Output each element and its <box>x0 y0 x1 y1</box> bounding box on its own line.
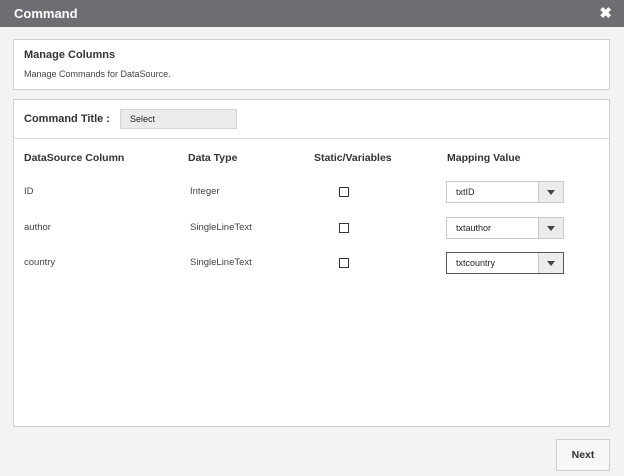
dialog-title: Command <box>14 6 78 21</box>
static-checkbox[interactable] <box>339 223 349 233</box>
dropdown-button[interactable] <box>538 182 563 202</box>
dropdown-button[interactable] <box>538 253 563 273</box>
close-icon[interactable]: ✖ <box>599 6 612 21</box>
row-column-name: ID <box>24 186 34 197</box>
command-title-select[interactable]: Select <box>119 109 237 129</box>
mapping-value-text: txtID <box>456 187 475 197</box>
mapping-table: DataSource Column Data Type Static/Varia… <box>14 139 609 389</box>
row-column-name: author <box>24 222 51 233</box>
chevron-down-icon <box>547 189 555 195</box>
mapping-value-dropdown[interactable]: txtcountry <box>446 252 564 274</box>
row-data-type: Integer <box>190 186 220 197</box>
dropdown-button[interactable] <box>538 218 563 238</box>
command-title-label: Command Title : <box>24 113 110 125</box>
manage-columns-panel: Manage Columns Manage Commands for DataS… <box>13 39 610 90</box>
header-mapping-value: Mapping Value <box>447 152 521 164</box>
dialog-titlebar: Command ✖ <box>0 0 624 27</box>
mapping-value-text: txtcountry <box>456 258 496 268</box>
header-datasource-column: DataSource Column <box>24 152 125 164</box>
next-button[interactable]: Next <box>556 439 610 471</box>
row-data-type: SingleLineText <box>190 257 252 268</box>
row-column-name: country <box>24 257 56 268</box>
panel-subtitle: Manage Commands for DataSource. <box>24 69 171 79</box>
header-data-type: Data Type <box>188 152 238 164</box>
command-title-row: Command Title : Select <box>14 100 609 139</box>
header-static-variables: Static/Variables <box>314 152 392 164</box>
panel-title: Manage Columns <box>24 49 116 61</box>
static-checkbox[interactable] <box>339 258 349 268</box>
mapping-value-dropdown[interactable]: txtID <box>446 181 564 203</box>
static-checkbox[interactable] <box>339 187 349 197</box>
chevron-down-icon <box>547 225 555 231</box>
chevron-down-icon <box>547 260 555 266</box>
mapping-value-dropdown[interactable]: txtauthor <box>446 217 564 239</box>
mapping-panel: Command Title : Select DataSource Column… <box>13 99 610 427</box>
mapping-value-text: txtauthor <box>456 223 492 233</box>
row-data-type: SingleLineText <box>190 222 252 233</box>
